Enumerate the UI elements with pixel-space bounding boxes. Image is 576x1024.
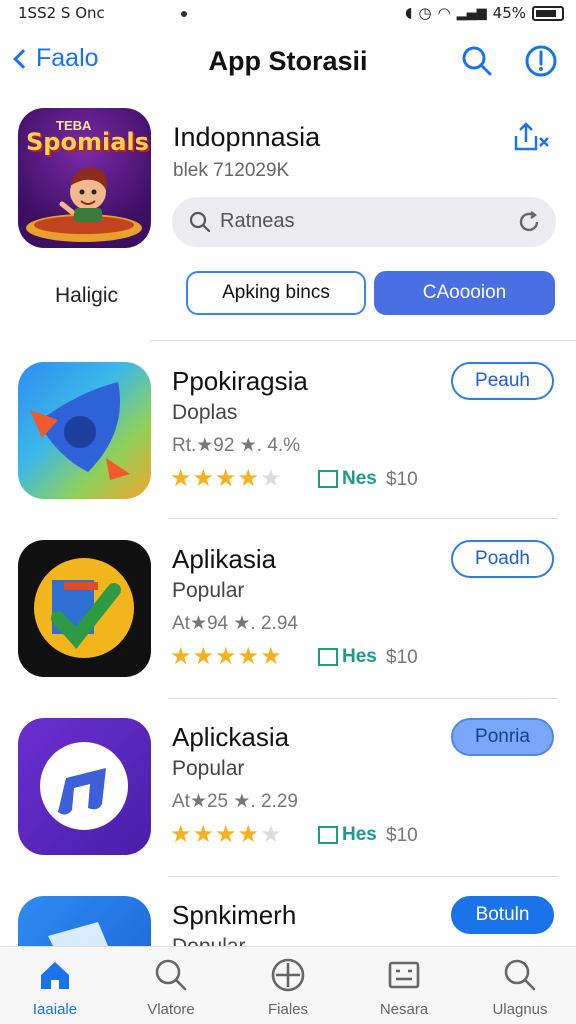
- music-note-icon: [40, 742, 128, 830]
- status-time: 1SS2 S Onc: [18, 4, 105, 22]
- featured-app-name: Indopnnasia: [173, 122, 321, 152]
- star-icon: ★: [237, 820, 261, 848]
- status-bar: 1SS2 S Onc ◖ ◷ ◠ ▂▄▆ 45%: [0, 0, 576, 30]
- star-icon: ★: [260, 820, 283, 848]
- tab-label: Iaaiale: [32, 1001, 78, 1018]
- search-bar[interactable]: Ratneas: [172, 197, 556, 247]
- app-category: Popular: [172, 579, 245, 602]
- list-item[interactable]: Aplickasia Popular At★25 ★. 2.29 ★★★★★ H…: [0, 718, 576, 868]
- app-name: Aplikasia: [172, 544, 277, 574]
- tab-label: Nesara: [379, 1001, 429, 1018]
- get-button[interactable]: Poadh: [451, 540, 554, 578]
- app-badge: Hes: [318, 824, 377, 846]
- app-meta: At★94 ★. 2.94: [172, 613, 298, 634]
- app-meta: Rt.★92 ★. 4.%: [172, 435, 301, 456]
- tab-label: Fiales: [267, 1001, 308, 1018]
- status-icons: ◖ ◷ ◠ ▂▄▆ 45%: [405, 4, 564, 22]
- filter-chip-2[interactable]: CAoooion: [374, 271, 555, 315]
- checkmark-logo-icon: [34, 558, 134, 658]
- tab-news[interactable]: Nesara: [354, 955, 454, 1018]
- divider: [168, 518, 558, 519]
- battery-percent: 45%: [492, 4, 526, 22]
- chart-icon: [318, 826, 338, 844]
- search-icon: [504, 959, 536, 991]
- search-icon[interactable]: [460, 44, 494, 78]
- app-name: Spnkimerh: [172, 900, 297, 930]
- app-price: $10: [386, 469, 418, 490]
- app-icon-1: [18, 362, 151, 499]
- app-price: $10: [386, 647, 418, 668]
- app-name: Ppokiragsia: [172, 366, 308, 396]
- app-badge: Nes: [318, 468, 377, 490]
- tab-label: Vlatore: [147, 1001, 195, 1018]
- star-icon: ★: [192, 642, 216, 670]
- app-name: Aplickasia: [172, 722, 290, 752]
- alarm-icon: ◷: [418, 4, 432, 22]
- star-icon: ★: [170, 464, 193, 492]
- star-icon: ★: [192, 464, 216, 492]
- get-button[interactable]: Peauh: [451, 362, 554, 400]
- app-meta: At★25 ★. 2.29: [172, 791, 298, 812]
- star-icon: ★: [260, 464, 283, 492]
- app-price: $10: [386, 825, 418, 846]
- chart-icon: [318, 470, 338, 488]
- signal-icon: ▂▄▆: [456, 5, 487, 21]
- get-button[interactable]: Botuln: [451, 896, 554, 934]
- list-icon: [388, 961, 420, 989]
- wifi-icon: ◠: [437, 4, 451, 22]
- rocket-icon: [30, 382, 130, 480]
- filter-label: Haligic: [55, 284, 119, 307]
- star-icon: ★: [192, 820, 216, 848]
- info-icon[interactable]: [524, 44, 558, 78]
- search-icon: [189, 211, 211, 233]
- divider: [168, 698, 558, 699]
- navigation-bar: Faalo App Storasii: [0, 36, 576, 88]
- star-icon: ★: [170, 642, 193, 670]
- rating-stars: ★★★★★: [170, 642, 283, 670]
- vibrate-icon: ◖: [405, 5, 413, 21]
- list-item[interactable]: Ppokiragsia Doplas Rt.★92 ★. 4.% ★★★★★ N…: [0, 362, 576, 512]
- star-icon: ★: [215, 464, 238, 492]
- search-input[interactable]: Ratneas: [220, 210, 295, 233]
- divider: [150, 340, 576, 341]
- chart-icon: [318, 648, 338, 666]
- star-icon: ★: [237, 642, 261, 670]
- filter-chip-1[interactable]: Apking bincs: [186, 271, 366, 315]
- battery-icon: [532, 5, 564, 21]
- share-icon[interactable]: [510, 120, 552, 154]
- star-icon: ★: [215, 820, 238, 848]
- notification-dot: [181, 11, 187, 17]
- rating-stars: ★★★★★: [170, 464, 283, 492]
- character-illustration: [26, 167, 142, 242]
- star-icon: ★: [215, 642, 238, 670]
- refresh-icon[interactable]: [516, 209, 542, 235]
- search-icon: [155, 959, 187, 991]
- star-icon: ★: [170, 820, 193, 848]
- app-badge: Hes: [318, 646, 377, 668]
- tab-home[interactable]: Iaaiale: [5, 955, 105, 1018]
- app-category: Doplas: [172, 401, 238, 424]
- list-item[interactable]: Aplikasia Popular At★94 ★. 2.94 ★★★★★ He…: [0, 540, 576, 690]
- star-icon: ★: [260, 642, 283, 670]
- tab-search[interactable]: Ulagnus: [470, 955, 570, 1018]
- get-button[interactable]: Ponria: [451, 718, 554, 756]
- featured-app-icon[interactable]: TEBA Spomials: [18, 108, 151, 248]
- home-icon: [41, 962, 69, 989]
- tab-label: Ulagnus: [492, 1001, 548, 1018]
- tab-files[interactable]: Fiales: [238, 955, 338, 1018]
- app-icon-3: [18, 718, 151, 855]
- rating-stars: ★★★★★: [170, 820, 283, 848]
- featured-app-subtitle: blek 712029K: [173, 160, 290, 181]
- divider: [168, 876, 558, 877]
- app-icon-2: [18, 540, 151, 677]
- tab-bar: Iaaiale Vlatore Fiales Nesara Ulagnus: [0, 946, 576, 1024]
- star-icon: ★: [237, 464, 261, 492]
- app-category: Popular: [172, 757, 245, 780]
- tab-explore[interactable]: Vlatore: [121, 955, 221, 1018]
- plus-circle-icon: [271, 958, 305, 992]
